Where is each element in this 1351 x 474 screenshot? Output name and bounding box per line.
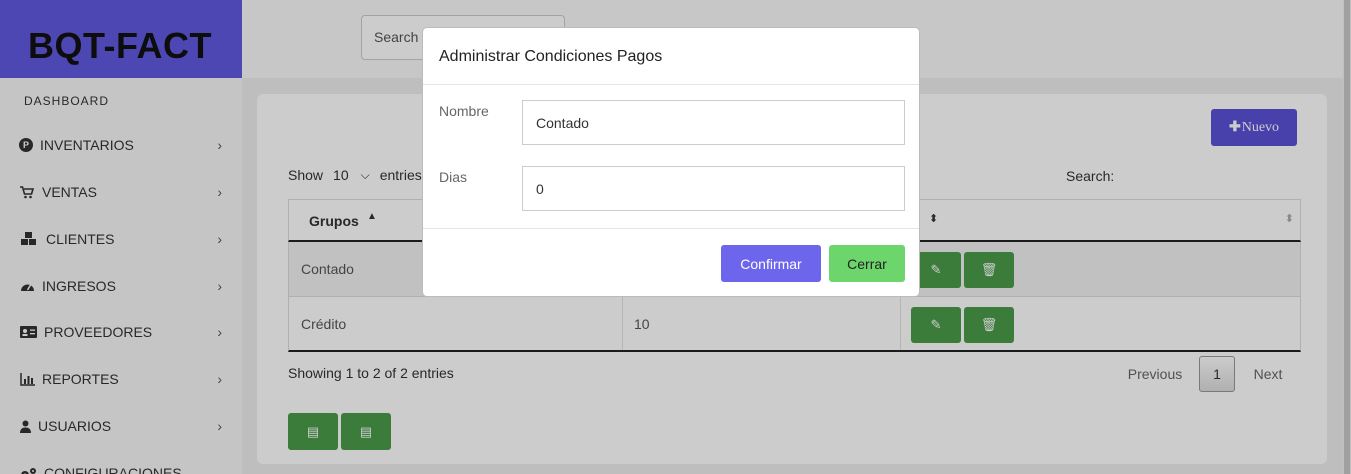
confirm-button[interactable]: Confirmar <box>721 245 821 282</box>
nombre-input[interactable]: Contado <box>522 100 905 145</box>
dias-label: Dias <box>439 169 468 185</box>
modal-title: Administrar Condiciones Pagos <box>439 48 663 65</box>
modal-divider <box>423 228 919 229</box>
nombre-label: Nombre <box>439 103 489 119</box>
payment-conditions-modal: Administrar Condiciones Pagos Nombre Con… <box>422 27 920 297</box>
close-button[interactable]: Cerrar <box>829 245 905 282</box>
dias-input[interactable]: 0 <box>522 166 905 211</box>
modal-divider <box>423 84 919 85</box>
